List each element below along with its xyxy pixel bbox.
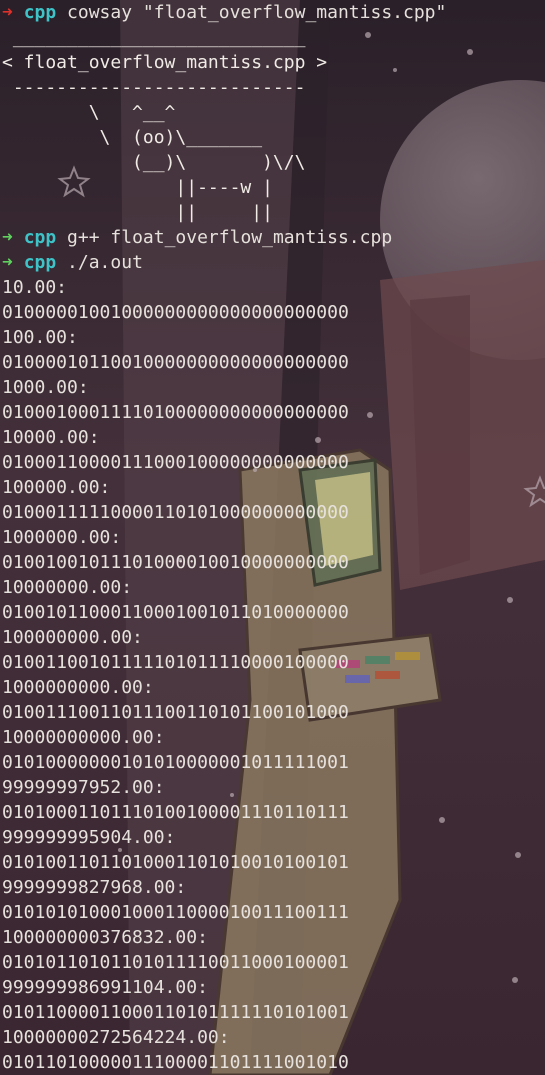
output-value-line: 100000000.00: bbox=[2, 627, 143, 648]
cowsay-art-line: \ (oo)\_______ bbox=[2, 127, 263, 148]
prompt-directory: cpp bbox=[23, 252, 57, 273]
prompt-arrow-ok-icon: ➜ bbox=[2, 252, 13, 273]
output-value-line: 100000.00: bbox=[2, 477, 111, 498]
output-value-line: 999999995904.00: bbox=[2, 827, 176, 848]
cowsay-art-line: || || bbox=[2, 202, 273, 223]
prompt-line-compile: ➜ cpp g++ float_overflow_mantiss.cpp bbox=[0, 225, 545, 250]
output-value-line: 999999986991104.00: bbox=[2, 977, 208, 998]
cowsay-art-line: ___________________________ bbox=[2, 27, 306, 48]
output-value-line: 10000000272564224.00: bbox=[2, 1027, 230, 1048]
output-bits-line: 01001001011101000010010000000000 bbox=[2, 552, 349, 573]
output-value-line: 100.00: bbox=[2, 327, 78, 348]
output-bits-line: 01000100011110100000000000000000 bbox=[2, 402, 349, 423]
prompt-arrow-ok-icon: ➜ bbox=[2, 227, 13, 248]
output-bits-line: 01001011000110001001011010000000 bbox=[2, 602, 349, 623]
output-value-line: 10000000.00: bbox=[2, 577, 133, 598]
output-bits-line: 01010001101110100100001110110111 bbox=[2, 802, 349, 823]
cowsay-art-line: < float_overflow_mantiss.cpp > bbox=[2, 52, 328, 73]
cowsay-art-line: \ ^__^ bbox=[2, 102, 176, 123]
output-value-line: 1000000000.00: bbox=[2, 677, 154, 698]
command-text: cowsay "float_overflow_mantiss.cpp" bbox=[67, 2, 447, 23]
prompt-line-cowsay: ➜ cpp cowsay "float_overflow_mantiss.cpp… bbox=[0, 0, 545, 25]
output-bits-line: 01011000011000110101111110101001 bbox=[2, 1002, 349, 1023]
output-value-line: 10000000000.00: bbox=[2, 727, 165, 748]
prompt-arrow-error-icon: ➜ bbox=[2, 2, 13, 23]
prompt-directory: cpp bbox=[23, 227, 57, 248]
terminal-output[interactable]: ➜ cpp cowsay "float_overflow_mantiss.cpp… bbox=[0, 0, 545, 1075]
output-value-line: 1000.00: bbox=[2, 377, 89, 398]
prompt-directory: cpp bbox=[23, 2, 57, 23]
output-bits-line: 01010000000101010000001011111001 bbox=[2, 752, 349, 773]
output-value-line: 100000000376832.00: bbox=[2, 927, 208, 948]
output-bits-line: 01010011011010001101010010100101 bbox=[2, 852, 349, 873]
output-bits-line: 01010101000100011000010011100111 bbox=[2, 902, 349, 923]
output-value-line: 1000000.00: bbox=[2, 527, 122, 548]
command-text: ./a.out bbox=[67, 252, 143, 273]
output-bits-line: 01000001001000000000000000000000 bbox=[2, 302, 349, 323]
prompt-line-run: ➜ cpp ./a.out bbox=[0, 250, 545, 275]
output-value-line: 9999999827968.00: bbox=[2, 877, 187, 898]
output-bits-line: 01000010110010000000000000000000 bbox=[2, 352, 349, 373]
output-bits-line: 01001100101111101011110000100000 bbox=[2, 652, 349, 673]
output-bits-line: 01011010000011100001101111001010 bbox=[2, 1052, 349, 1073]
output-value-line: 99999997952.00: bbox=[2, 777, 165, 798]
output-value-line: 10.00: bbox=[2, 277, 68, 298]
output-bits-line: 01010110101101011110011000100001 bbox=[2, 952, 349, 973]
cowsay-art-line: ||----w | bbox=[2, 177, 273, 198]
output-bits-line: 01001110011011100110101100101000 bbox=[2, 702, 349, 723]
output-bits-line: 01000110000111000100000000000000 bbox=[2, 452, 349, 473]
command-text: g++ float_overflow_mantiss.cpp bbox=[67, 227, 393, 248]
cowsay-art-line: (__)\ )\/\ bbox=[2, 152, 306, 173]
output-value-line: 10000.00: bbox=[2, 427, 100, 448]
cowsay-art-line: --------------------------- bbox=[2, 77, 306, 98]
output-bits-line: 01000111110000110101000000000000 bbox=[2, 502, 349, 523]
